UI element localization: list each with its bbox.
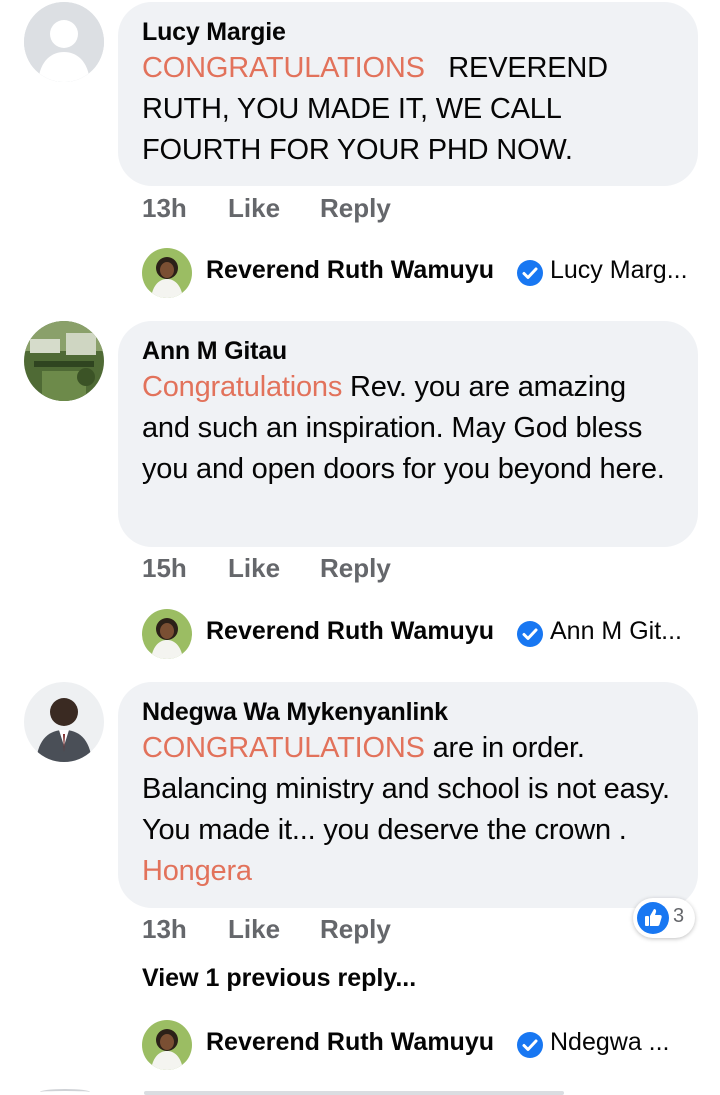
comment-text: CONGRATULATIONS REVEREND RUTH, YOU MADE … — [142, 48, 676, 171]
verified-check-icon — [517, 1032, 543, 1058]
reply-preview-text: Ann M Git... — [550, 617, 682, 645]
reply-author[interactable]: Reverend Ruth Wamuyu — [206, 1028, 494, 1057]
like-thumb-icon — [637, 902, 669, 934]
highlighted-word[interactable]: CONGRATULATIONS — [142, 52, 425, 84]
reply-preview-row[interactable]: Reverend Ruth Wamuyu Ann M Git... — [142, 609, 702, 659]
reply-preview-row[interactable]: Reverend Ruth Wamuyu Ndegwa ... — [142, 1020, 702, 1070]
reply-preview-text: Ndegwa ... — [550, 1028, 670, 1056]
comment-author[interactable]: Lucy Margie — [142, 16, 676, 48]
comment-text: CONGRATULATIONS are in order. Balancing … — [142, 728, 676, 892]
like-button[interactable]: Like — [228, 914, 280, 945]
default-profile-icon — [24, 2, 104, 82]
comment-bubble: Lucy Margie CONGRATULATIONS REVEREND RUT… — [118, 2, 698, 186]
profile-photo-icon — [142, 1020, 192, 1070]
reaction-summary[interactable]: 3 — [633, 898, 695, 938]
verified-check-icon — [517, 260, 543, 286]
highlighted-word[interactable]: Hongera — [142, 855, 252, 887]
reply-button[interactable]: Reply — [320, 193, 391, 224]
highlighted-word[interactable]: Congratulations — [142, 371, 342, 403]
reply-preview-row[interactable]: Reverend Ruth Wamuyu Lucy Marg... — [142, 248, 702, 298]
avatar-lucy-margie[interactable] — [24, 2, 104, 82]
next-comment-bubble-edge — [144, 1091, 564, 1095]
comment-bubble: Ann M Gitau Congratulations Rev. you are… — [118, 321, 698, 547]
reply-preview-text: Lucy Marg... — [550, 256, 688, 284]
profile-photo-icon — [142, 609, 192, 659]
like-button[interactable]: Like — [228, 193, 280, 224]
avatar-reverend-ruth[interactable] — [142, 248, 192, 298]
reaction-count: 3 — [673, 905, 685, 927]
comment-bubble: Ndegwa Wa Mykenyanlink CONGRATULATIONS a… — [118, 682, 698, 908]
next-comment-avatar-edge — [40, 1089, 90, 1095]
verified-check-icon — [517, 621, 543, 647]
reply-author[interactable]: Reverend Ruth Wamuyu — [206, 617, 494, 646]
reply-button[interactable]: Reply — [320, 914, 391, 945]
comment-timestamp[interactable]: 13h — [142, 193, 187, 224]
comment-text: Congratulations Rev. you are amazing and… — [142, 367, 676, 490]
comment-author[interactable]: Ann M Gitau — [142, 335, 676, 367]
profile-photo-icon — [24, 321, 104, 401]
comment-timestamp[interactable]: 15h — [142, 553, 187, 584]
avatar-reverend-ruth[interactable] — [142, 1020, 192, 1070]
highlighted-word[interactable]: CONGRATULATIONS — [142, 732, 425, 764]
profile-photo-icon — [142, 248, 192, 298]
comment-author[interactable]: Ndegwa Wa Mykenyanlink — [142, 696, 676, 728]
reply-author[interactable]: Reverend Ruth Wamuyu — [206, 256, 494, 285]
avatar-ndegwa[interactable] — [24, 682, 104, 762]
avatar-reverend-ruth[interactable] — [142, 609, 192, 659]
like-button[interactable]: Like — [228, 553, 280, 584]
profile-photo-icon — [24, 682, 104, 762]
reply-button[interactable]: Reply — [320, 553, 391, 584]
comment-timestamp[interactable]: 13h — [142, 914, 187, 945]
view-previous-replies-link[interactable]: View 1 previous reply... — [142, 964, 416, 993]
avatar-ann-m-gitau[interactable] — [24, 321, 104, 401]
